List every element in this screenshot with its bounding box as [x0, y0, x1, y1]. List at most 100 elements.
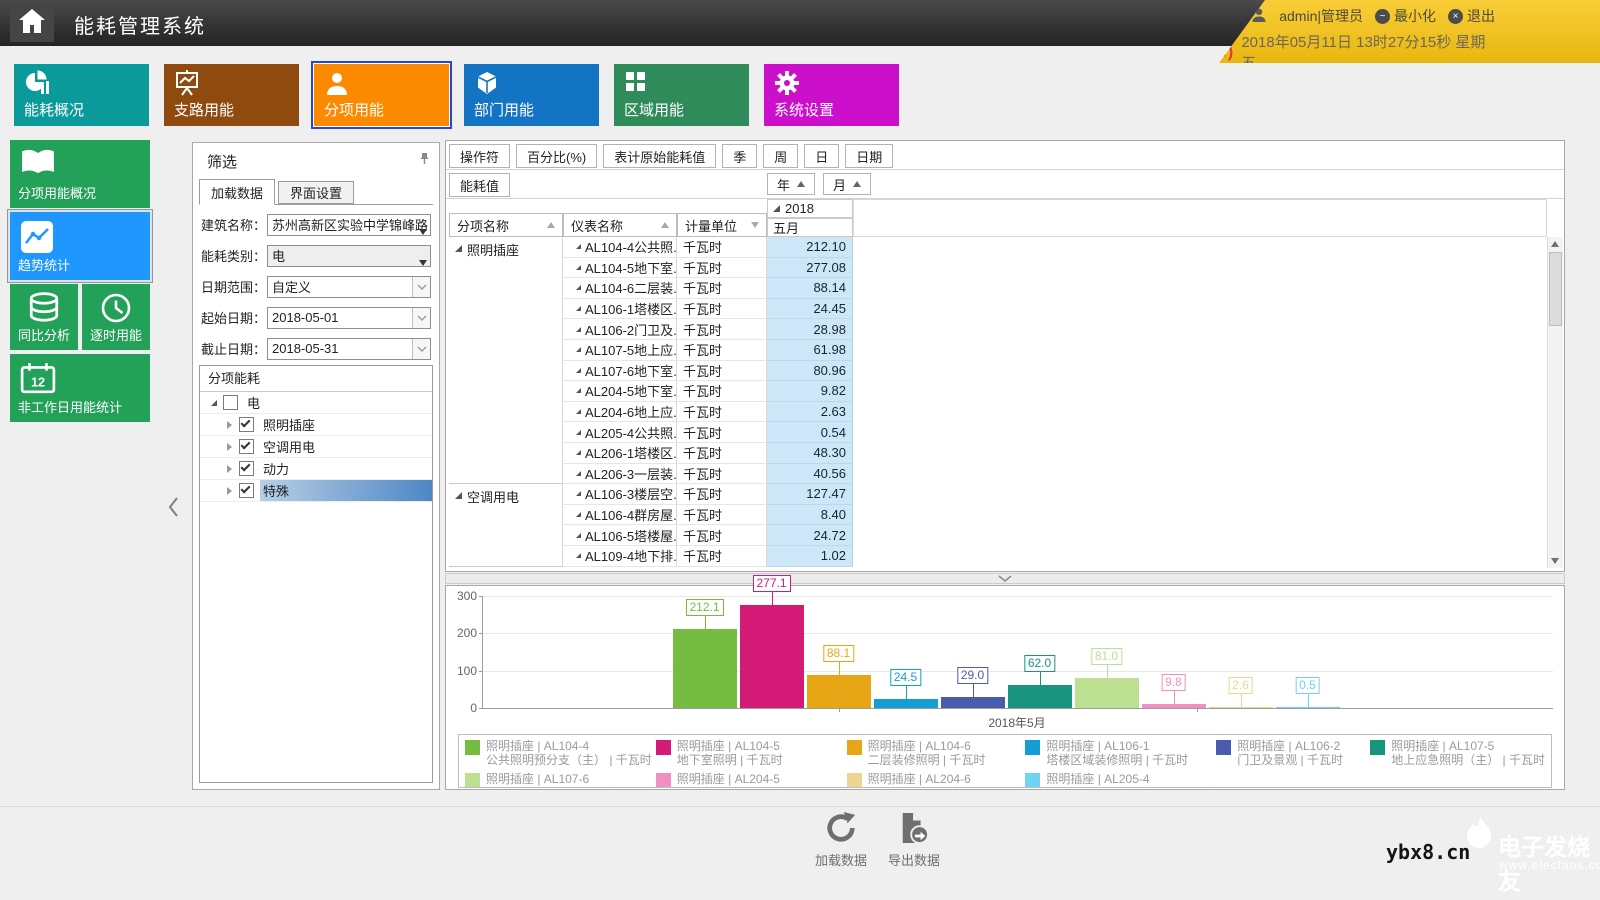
group-cell[interactable]: 空调用电 [449, 484, 563, 566]
collapse-icon[interactable] [222, 465, 237, 473]
tree-node-root[interactable]: 电 [200, 392, 432, 414]
nav-tile-region[interactable]: 区域用能 [614, 64, 749, 126]
legend-item[interactable]: 照明插座 | AL104-5地下室照明 | 千瓦时 [656, 739, 843, 772]
legend-item[interactable]: 照明插座 | AL205-4公共照明预分支（备） | 千瓦时 [1025, 772, 1212, 788]
nav-tile-subitem[interactable]: 分项用能 [314, 64, 449, 126]
tree-node[interactable]: 空调用电 [200, 436, 432, 458]
legend-item[interactable]: 照明插座 | AL204-6地上应急照明（备） | 千瓦时 [847, 772, 1022, 788]
scroll-down-icon[interactable] [1548, 554, 1562, 568]
toolbar-chip-6[interactable]: 日期 [845, 144, 893, 168]
dropdown-arrow-icon[interactable] [419, 223, 427, 238]
nav-tile-overview[interactable]: 能耗概况 [14, 64, 149, 126]
group-cell[interactable]: 照明插座 [449, 237, 563, 484]
toolbar-chip-1[interactable]: 百分比(%) [516, 144, 597, 168]
legend-item[interactable]: 照明插座 | AL204-5地下室应急照明（备） | 千瓦时 [656, 772, 843, 788]
sidebar-item-hourly-energy[interactable]: 逐时用能 [82, 284, 150, 350]
toolbar-chip-3[interactable]: 季 [722, 144, 757, 168]
sidebar-item-nonworkday-stats[interactable]: 12 非工作日用能统计 [10, 354, 150, 422]
bar[interactable] [807, 675, 871, 708]
collapse-icon[interactable] [222, 487, 237, 495]
sidebar-collapse-icon[interactable] [167, 496, 179, 523]
filter-field-select[interactable]: 苏州高新区实验中学锦峰路 [267, 214, 431, 236]
legend-item[interactable]: 照明插座 | AL106-1塔楼区域装修照明 | 千瓦时 [1025, 739, 1212, 772]
bell-icon[interactable]: () [1205, 42, 1233, 62]
toolbar-chip-4[interactable]: 周 [763, 144, 798, 168]
month-cell[interactable]: 五月 [767, 218, 853, 237]
table-row[interactable]: AL106-3楼层空... 千瓦时 127.47 [563, 484, 1547, 505]
exit-button[interactable]: ×退出 [1448, 6, 1495, 26]
bar[interactable] [1008, 685, 1072, 708]
toolbar-chip-0[interactable]: 操作符 [449, 144, 510, 168]
legend-item[interactable]: 照明插座 | AL106-2门卫及景观 | 千瓦时 [1216, 739, 1366, 772]
year-sort-button[interactable]: 年 [767, 173, 815, 195]
year-group-cell[interactable]: 2018 [767, 199, 853, 218]
tree-node[interactable]: 照明插座 [200, 414, 432, 436]
expand-icon[interactable] [206, 400, 221, 406]
table-row[interactable]: AL104-6二层装... 千瓦时 88.14 [563, 278, 1547, 299]
vertical-scrollbar[interactable] [1547, 237, 1563, 568]
table-row[interactable]: AL104-5地下室... 千瓦时 277.08 [563, 258, 1547, 279]
column-header-meter[interactable]: 仪表名称 [563, 213, 677, 237]
table-row[interactable]: AL104-4公共照... 千瓦时 212.10 [563, 237, 1547, 258]
filter-tab-0[interactable]: 加载数据 [199, 179, 275, 205]
bar[interactable] [673, 629, 737, 708]
bar[interactable] [941, 697, 1005, 708]
bar[interactable] [1209, 707, 1273, 708]
legend-item[interactable]: 照明插座 | AL104-6二层装修照明 | 千瓦时 [847, 739, 1022, 772]
table-row[interactable]: AL206-3一层装... 千瓦时 40.56 [563, 464, 1547, 485]
collapse-icon[interactable] [222, 421, 237, 429]
sidebar-item-trend-stats[interactable]: 趋势统计 [10, 212, 150, 280]
bar[interactable] [874, 699, 938, 708]
checkbox[interactable] [239, 483, 254, 498]
toolbar-chip-5[interactable]: 日 [804, 144, 839, 168]
table-row[interactable]: AL106-5塔楼屋... 千瓦时 24.72 [563, 525, 1547, 546]
info-icon[interactable]: i [1223, 8, 1239, 24]
measure-chip[interactable]: 能耗值 [449, 173, 510, 197]
bar[interactable] [1075, 678, 1139, 708]
collapse-icon[interactable] [222, 443, 237, 451]
sidebar-item-yoy-analysis[interactable]: 同比分析 [10, 284, 78, 350]
minimize-button[interactable]: −最小化 [1375, 6, 1436, 26]
filter-field-select[interactable]: 2018-05-31 [267, 338, 431, 360]
checkbox[interactable] [223, 395, 238, 410]
table-row[interactable]: AL107-5地上应... 千瓦时 61.98 [563, 340, 1547, 361]
table-row[interactable]: AL107-6地下室... 千瓦时 80.96 [563, 361, 1547, 382]
filter-field-select[interactable]: 2018-05-01 [267, 307, 431, 329]
table-row[interactable]: AL106-1塔楼区... 千瓦时 24.45 [563, 299, 1547, 320]
dropdown-chevron-icon[interactable] [412, 308, 430, 328]
checkbox[interactable] [239, 417, 254, 432]
table-row[interactable]: AL106-4群房屋... 千瓦时 8.40 [563, 505, 1547, 526]
bar[interactable] [1276, 707, 1340, 708]
filter-tab-1[interactable]: 界面设置 [278, 181, 354, 204]
table-row[interactable]: AL206-1塔楼区... 千瓦时 48.30 [563, 443, 1547, 464]
load-data-button[interactable]: 加载数据 [805, 812, 877, 869]
tree-node[interactable]: 特殊 [200, 480, 432, 502]
table-row[interactable]: AL204-6地上应... 千瓦时 2.63 [563, 402, 1547, 423]
filter-field-select[interactable]: 电 [267, 245, 431, 267]
nav-tile-settings[interactable]: 系统设置 [764, 64, 899, 126]
home-button[interactable] [10, 4, 54, 42]
nav-tile-department[interactable]: 部门用能 [464, 64, 599, 126]
checkbox[interactable] [239, 439, 254, 454]
bar[interactable] [1142, 704, 1206, 708]
legend-item[interactable]: 照明插座 | AL107-5地上应急照明（主） | 千瓦时 [1370, 739, 1545, 772]
dropdown-chevron-icon[interactable] [412, 277, 430, 297]
dropdown-chevron-icon[interactable] [412, 339, 430, 359]
dropdown-arrow-icon[interactable] [419, 254, 427, 269]
legend-item[interactable]: 照明插座 | AL104-4公共照明预分支（主） | 千瓦时 [465, 739, 652, 772]
export-data-button[interactable]: 导出数据 [878, 812, 950, 869]
column-header-unit[interactable]: 计量单位 [677, 213, 767, 237]
checkbox[interactable] [239, 461, 254, 476]
bar[interactable] [740, 605, 804, 708]
filter-field-select[interactable]: 自定义 [267, 276, 431, 298]
pin-icon[interactable] [419, 152, 430, 170]
table-row[interactable]: AL205-4公共照... 千瓦时 0.54 [563, 422, 1547, 443]
table-row[interactable]: AL106-2门卫及... 千瓦时 28.98 [563, 319, 1547, 340]
toolbar-chip-2[interactable]: 表计原始能耗值 [603, 144, 716, 168]
scrollbar-thumb[interactable] [1549, 252, 1562, 326]
scroll-up-icon[interactable] [1548, 237, 1562, 251]
month-sort-button[interactable]: 月 [823, 173, 871, 195]
column-header-category[interactable]: 分项名称 [449, 213, 563, 237]
legend-item[interactable]: 照明插座 | AL107-6地下室应急照明 | 千瓦时 [465, 772, 652, 788]
nav-tile-branch[interactable]: 支路用能 [164, 64, 299, 126]
